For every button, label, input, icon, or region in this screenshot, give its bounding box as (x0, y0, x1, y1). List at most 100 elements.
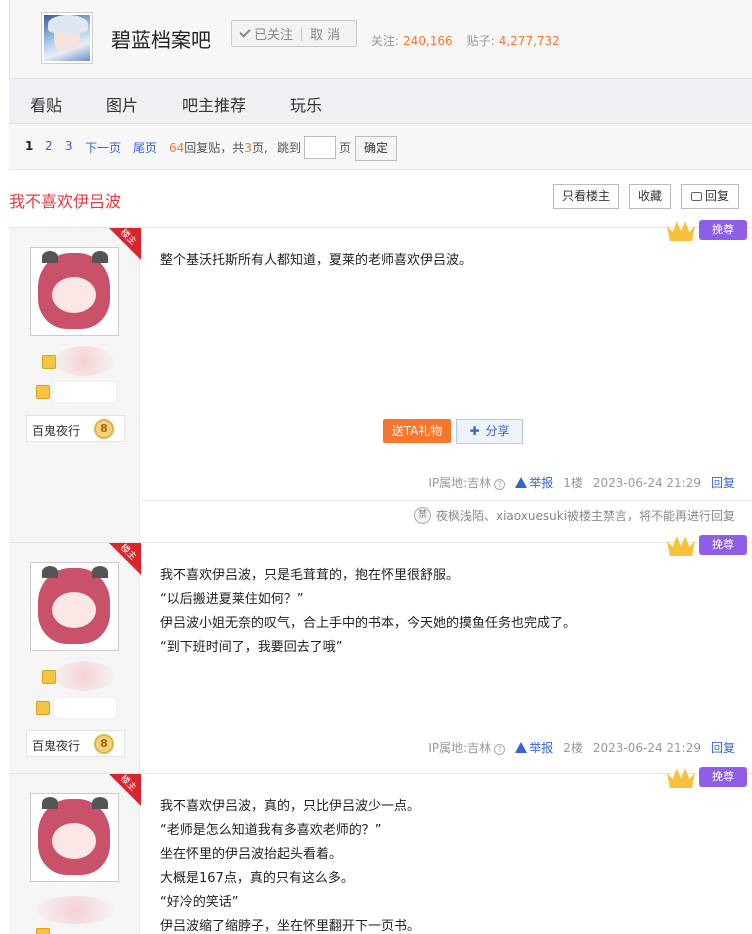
report-label: 举报 (529, 476, 554, 490)
post-tools: 挽尊 (667, 219, 747, 241)
reply-icon (690, 192, 702, 201)
jump-confirm-button[interactable]: 确定 (355, 136, 397, 161)
forum-header: 碧蓝档案吧 已关注 取 消 关注: 240,166 贴子: 4,277,732 (9, 0, 752, 78)
floor-reply-link[interactable]: 回复 (711, 739, 735, 756)
heart-badge-icon (36, 385, 50, 399)
floor-reply-link[interactable]: 回复 (711, 474, 735, 491)
user-sidebar: 楼主 (9, 774, 141, 934)
post-line: 大概是167点，真的只有这么多。 (160, 871, 354, 886)
level-number: 8 (94, 734, 114, 754)
posts-label: 贴子: (466, 34, 495, 48)
level-title: 百鬼夜行 (32, 739, 81, 753)
forum-name[interactable]: 碧蓝档案吧 (111, 24, 211, 53)
blurred-badge (53, 381, 117, 403)
user-sidebar: 楼主 百鬼夜行 8 (9, 228, 141, 542)
forum-stats: 关注: 240,166 贴子: 4,277,732 (371, 32, 560, 49)
crown-icon[interactable] (667, 768, 695, 788)
crown-icon[interactable] (667, 221, 695, 241)
user-avatar[interactable] (30, 247, 119, 336)
followers-label: 关注: (371, 34, 400, 48)
help-icon[interactable]: ? (494, 744, 506, 755)
report-label: 举报 (529, 741, 554, 755)
wanzun-button[interactable]: 挽尊 (699, 220, 747, 240)
reply-suffix: 回复贴，共 (184, 141, 245, 155)
floor-number: 2楼 (563, 741, 583, 755)
user-avatar[interactable] (30, 793, 119, 882)
tab-posts[interactable]: 看贴 (30, 92, 62, 116)
tab-recommended[interactable]: 吧主推荐 (182, 92, 246, 116)
followers-count: 240,166 (403, 34, 453, 48)
post-floor-1: 楼主 百鬼夜行 8 挽尊 整个基沃托斯所有人都知道，夏莱的老师喜欢伊吕波。 送T… (9, 220, 752, 542)
tab-images[interactable]: 图片 (106, 92, 138, 116)
blurred-username (54, 346, 114, 376)
post-line: “老师是怎么知道我有多喜欢老师的？” (160, 823, 382, 838)
ip-location: IP属地:吉林 (428, 741, 492, 755)
post-line: 坐在怀里的伊吕波抬起头看着。 (160, 847, 343, 862)
reply-count: 64 (169, 141, 185, 155)
pages-suffix: 页, (251, 141, 268, 155)
posts-count: 4,277,732 (498, 34, 560, 48)
post-floor-2: 楼主 百鬼夜行 8 挽尊 我不喜欢伊吕波，只是毛茸茸的，抱在怀里很舒服。 “以后… (9, 535, 752, 773)
user-avatar[interactable] (30, 562, 119, 651)
total-pages: 3 (244, 141, 252, 155)
level-title: 百鬼夜行 (32, 424, 81, 438)
wanzun-button[interactable]: 挽尊 (699, 535, 747, 555)
forum-avatar[interactable] (41, 12, 93, 64)
ban-notice: 禁 夜枫浅陌、xiaoxuesuki被楼主禁言，将不能再进行回复 (414, 507, 735, 524)
post-tools: 挽尊 (667, 534, 747, 556)
followed-button[interactable]: 已关注 (232, 24, 293, 43)
level-number: 8 (94, 419, 114, 439)
post-footer: IP属地:吉林? 举报 2楼 2023-06-24 21:29 回复 (428, 739, 735, 756)
level-badge[interactable]: 百鬼夜行 8 (26, 730, 125, 757)
floor-number: 1楼 (563, 476, 583, 490)
gift-button[interactable]: 送TA礼物 (383, 419, 451, 443)
next-page-link[interactable]: 下一页 (85, 139, 121, 156)
reply-button[interactable]: 回复 (681, 184, 739, 209)
unfollow-button[interactable]: 取 消 (310, 24, 340, 43)
user-sidebar: 楼主 百鬼夜行 8 (9, 543, 141, 773)
reply-summary: 64回复贴，共3页, (169, 139, 268, 156)
post-time: 2023-06-24 21:29 (592, 475, 701, 490)
post-floor-3: 楼主 挽尊 我不喜欢伊吕波，真的，只比伊吕波少一点。 “老师是怎么知道我有多喜欢… (9, 767, 752, 934)
page-2[interactable]: 2 (45, 139, 53, 153)
ban-icon: 禁 (414, 507, 431, 524)
forum-nav: 看贴 图片 吧主推荐 玩乐 (9, 78, 752, 124)
page-1: 1 (25, 139, 34, 153)
last-page-link[interactable]: 尾页 (133, 139, 157, 156)
post-time: 2023-06-24 21:29 (592, 740, 701, 755)
followed-label: 已关注 (254, 28, 294, 43)
page-unit: 页 (339, 141, 352, 155)
post-content: 整个基沃托斯所有人都知道，夏莱的老师喜欢伊吕波。 (160, 249, 720, 273)
heart-badge-icon (36, 928, 50, 934)
wanzun-button[interactable]: 挽尊 (699, 767, 747, 787)
tab-fun[interactable]: 玩乐 (290, 92, 322, 116)
thread-title: 我不喜欢伊吕波 (9, 192, 122, 211)
reply-label: 回复 (704, 189, 729, 203)
post-line: 整个基沃托斯所有人都知道，夏莱的老师喜欢伊吕波。 (160, 253, 473, 268)
post-line: 伊吕波缩了缩脖子，坐在怀里翻开下一页书。 (160, 919, 421, 934)
level-badge[interactable]: 百鬼夜行 8 (26, 415, 125, 442)
plus-icon: ✚ (469, 424, 480, 438)
favorite-button[interactable]: 收藏 (629, 184, 671, 209)
blurred-username (54, 661, 114, 691)
post-content: 我不喜欢伊吕波，只是毛茸茸的，抱在怀里很舒服。 “以后搬进夏莱住如何？” 伊吕波… (160, 564, 720, 660)
pagination: 1 2 3 下一页 尾页 64回复贴，共3页, 跳到 页 确定 (9, 124, 752, 170)
follow-control: 已关注 取 消 (231, 20, 357, 47)
share-label: 分享 (485, 424, 510, 438)
check-icon (239, 26, 251, 38)
post-line: 我不喜欢伊吕波，真的，只比伊吕波少一点。 (160, 799, 421, 814)
ban-notice-text: 夜枫浅陌、xiaoxuesuki被楼主禁言，将不能再进行回复 (436, 509, 735, 523)
post-line: 伊吕波小姐无奈的叹气，合上手中的书本，今天她的摸鱼任务也完成了。 (160, 616, 577, 631)
share-button[interactable]: ✚ 分享 (456, 419, 523, 444)
only-op-button[interactable]: 只看楼主 (553, 184, 619, 209)
help-icon[interactable]: ? (494, 479, 506, 490)
warning-icon (515, 742, 528, 753)
report-link[interactable]: 举报 (515, 739, 553, 756)
jump-label: 跳到 (277, 141, 302, 155)
jump-page-input[interactable] (304, 136, 336, 159)
post-content: 我不喜欢伊吕波，真的，只比伊吕波少一点。 “老师是怎么知道我有多喜欢老师的？” … (160, 795, 720, 934)
ip-location: IP属地:吉林 (428, 476, 492, 490)
page-3[interactable]: 3 (65, 139, 73, 153)
report-link[interactable]: 举报 (515, 474, 553, 491)
crown-icon[interactable] (667, 536, 695, 556)
